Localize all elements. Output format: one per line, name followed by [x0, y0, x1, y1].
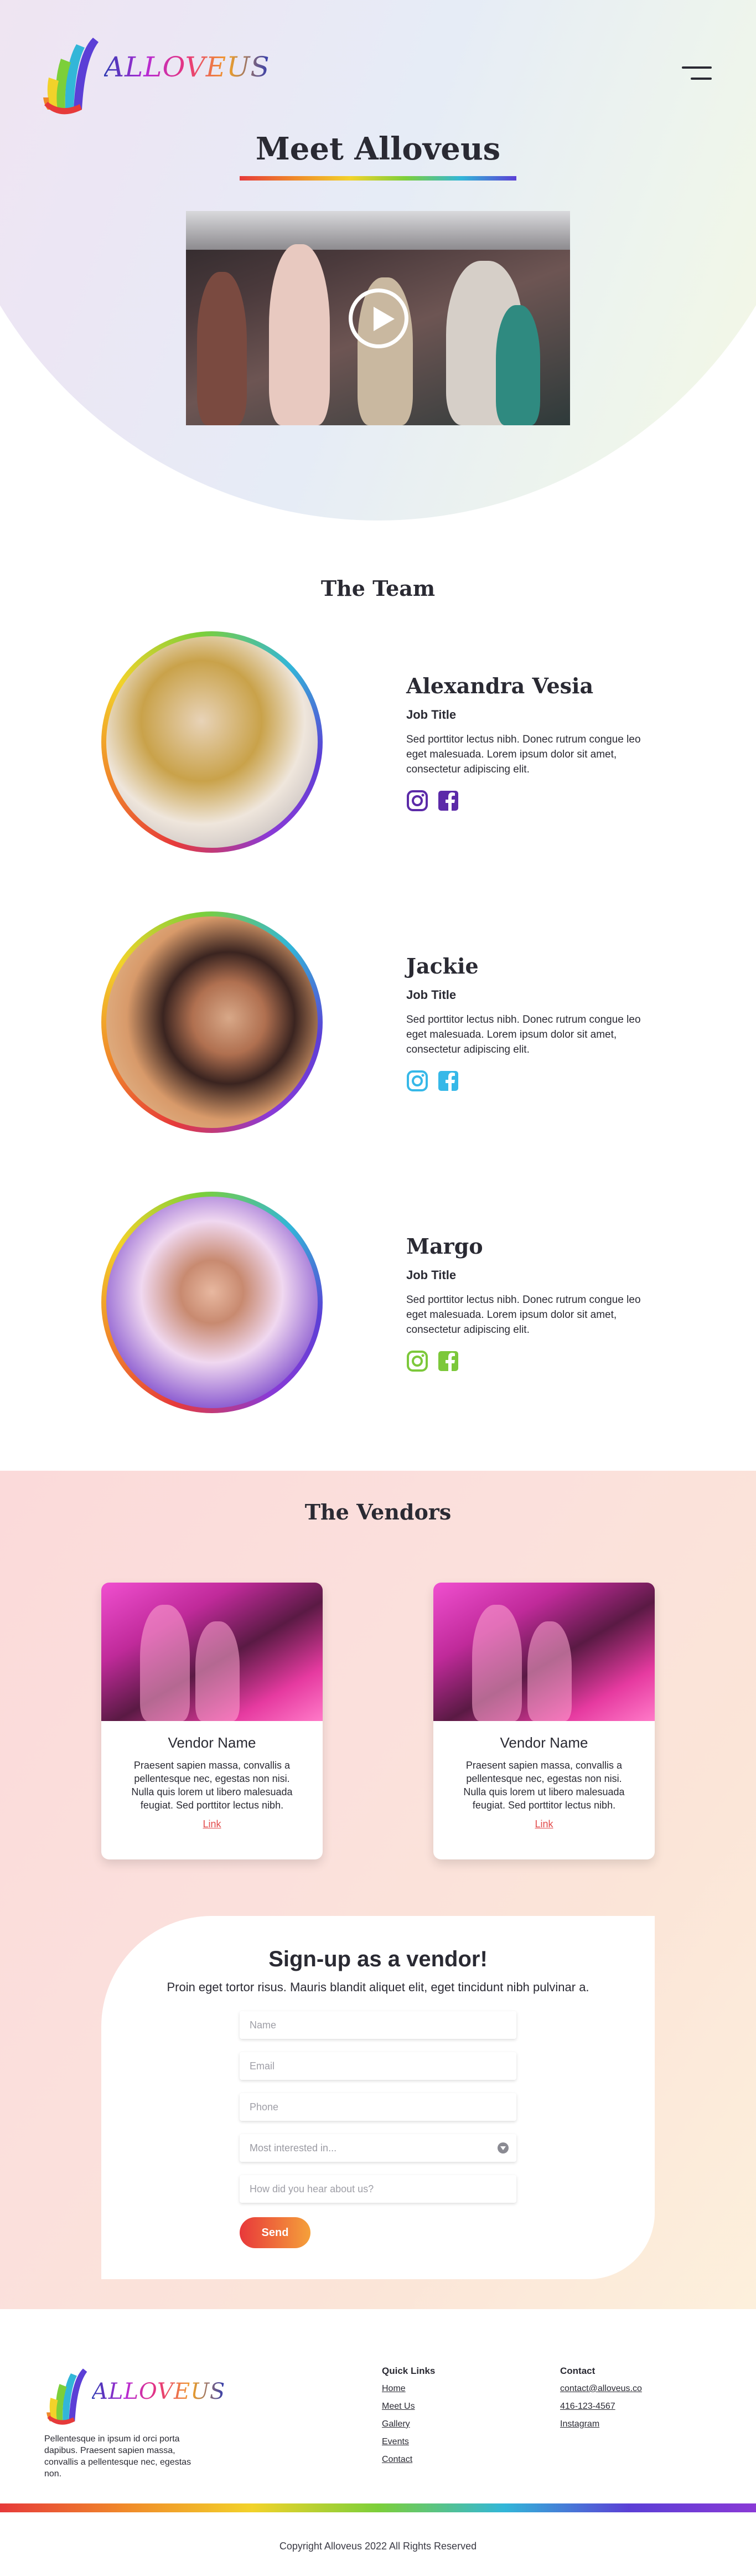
team-member-bio: Sed porttitor lectus nibh. Donec rutrum …: [406, 734, 641, 775]
vendor-image-figure: [140, 1605, 190, 1721]
team-member-bio: Sed porttitor lectus nibh. Donec rutrum …: [406, 1294, 641, 1336]
intro-video[interactable]: [186, 211, 570, 425]
vendor-card: Vendor Name Praesent sapien massa, conva…: [433, 1583, 655, 1859]
chevron-down-icon: [498, 2142, 509, 2153]
play-icon[interactable]: [349, 288, 408, 348]
page-title: Meet Alloveus: [255, 131, 501, 167]
team-member-role: Job Title: [406, 988, 457, 1002]
instagram-icon[interactable]: [406, 1350, 428, 1372]
vendors-section-title: The Vendors: [304, 1500, 452, 1524]
team-member-name: Jackie: [406, 954, 479, 978]
vendor-description: Praesent sapien massa, convallis a pelle…: [463, 1760, 625, 1811]
team-member-role: Job Title: [406, 708, 457, 722]
footer-logo[interactable]: ALLOVEUS: [44, 2364, 225, 2425]
quick-links-title: Quick Links: [382, 2366, 436, 2376]
hero-section: ALLOVEUS Meet Alloveus: [0, 0, 756, 532]
facebook-icon[interactable]: [437, 1350, 459, 1372]
photo-fill: [106, 1197, 318, 1408]
team-member-name: Alexandra Vesia: [406, 673, 594, 698]
name-field[interactable]: [240, 2011, 516, 2039]
contact-phone-link[interactable]: 416-123-4567: [560, 2402, 615, 2412]
vendor-image-figure: [472, 1605, 522, 1721]
video-still-figure: [269, 244, 330, 425]
video-still-figure: [496, 305, 540, 425]
signup-title: Sign-up as a vendor!: [268, 1947, 488, 1971]
video-still-ceiling: [186, 211, 570, 250]
vendor-image: [101, 1583, 323, 1721]
facebook-icon[interactable]: [437, 790, 459, 812]
interest-select[interactable]: Most interested in...: [240, 2134, 516, 2162]
contact-email-link[interactable]: contact@alloveus.co: [560, 2384, 642, 2394]
send-button[interactable]: Send: [240, 2217, 310, 2248]
footer-link-contact[interactable]: Contact: [382, 2455, 412, 2465]
menu-line: [691, 78, 712, 80]
contact-title: Contact: [560, 2366, 596, 2376]
instagram-icon[interactable]: [406, 790, 428, 812]
vendor-signup-form: Sign-up as a vendor! Proin eget tortor r…: [101, 1916, 655, 2279]
footer-link-meet-us[interactable]: Meet Us: [382, 2402, 415, 2412]
vendor-card: Vendor Name Praesent sapien massa, conva…: [101, 1583, 323, 1859]
team-member-photo: [101, 631, 323, 853]
footer-link-gallery[interactable]: Gallery: [382, 2419, 410, 2429]
signup-subtitle: Proin eget tortor risus. Mauris blandit …: [167, 1980, 589, 1994]
vendor-description: Praesent sapien massa, convallis a pelle…: [131, 1760, 293, 1811]
vendor-name: Vendor Name: [168, 1734, 256, 1751]
vendor-link[interactable]: Link: [101, 1818, 323, 1830]
photo-fill: [106, 916, 318, 1128]
vendor-image-figure: [195, 1621, 240, 1721]
menu-line: [682, 66, 712, 69]
team-section-title: The Team: [320, 576, 436, 601]
contact-instagram-link[interactable]: Instagram: [560, 2419, 599, 2429]
vendor-link[interactable]: Link: [433, 1818, 655, 1830]
vendor-image-figure: [527, 1621, 572, 1721]
footer-link-events[interactable]: Events: [382, 2437, 409, 2447]
logo-wordmark: ALLOVEUS: [104, 51, 270, 83]
photo-fill: [106, 636, 318, 848]
logo[interactable]: ALLOVEUS: [43, 32, 270, 115]
copyright-text: Copyright Alloveus 2022 All Rights Reser…: [279, 2541, 477, 2552]
instagram-icon[interactable]: [406, 1070, 428, 1092]
vendor-image: [433, 1583, 655, 1721]
team-member-name: Margo: [406, 1234, 483, 1259]
footer-description: Pellentesque in ipsum id orci porta dapi…: [44, 2434, 191, 2479]
logo-fan-icon: [46, 2368, 87, 2425]
title-rainbow-underline: [240, 176, 516, 181]
facebook-icon[interactable]: [437, 1070, 459, 1092]
phone-field[interactable]: [240, 2093, 516, 2121]
team-member-photo: [101, 911, 323, 1133]
logo-fan-icon: [43, 38, 99, 115]
vendor-name: Vendor Name: [500, 1734, 588, 1751]
footer-link-home[interactable]: Home: [382, 2384, 406, 2394]
hamburger-menu-icon[interactable]: [681, 66, 712, 81]
interest-select-value: Most interested in...: [250, 2142, 337, 2153]
team-member-role: Job Title: [406, 1268, 457, 1282]
footer-logo-wordmark: ALLOVEUS: [92, 2379, 226, 2404]
team-member-bio: Sed porttitor lectus nibh. Donec rutrum …: [406, 1014, 641, 1055]
footer-rainbow-divider: [0, 2503, 756, 2512]
referral-field[interactable]: [240, 2175, 516, 2203]
email-field[interactable]: [240, 2052, 516, 2080]
team-member-photo: [101, 1192, 323, 1413]
video-still-figure: [197, 272, 247, 425]
